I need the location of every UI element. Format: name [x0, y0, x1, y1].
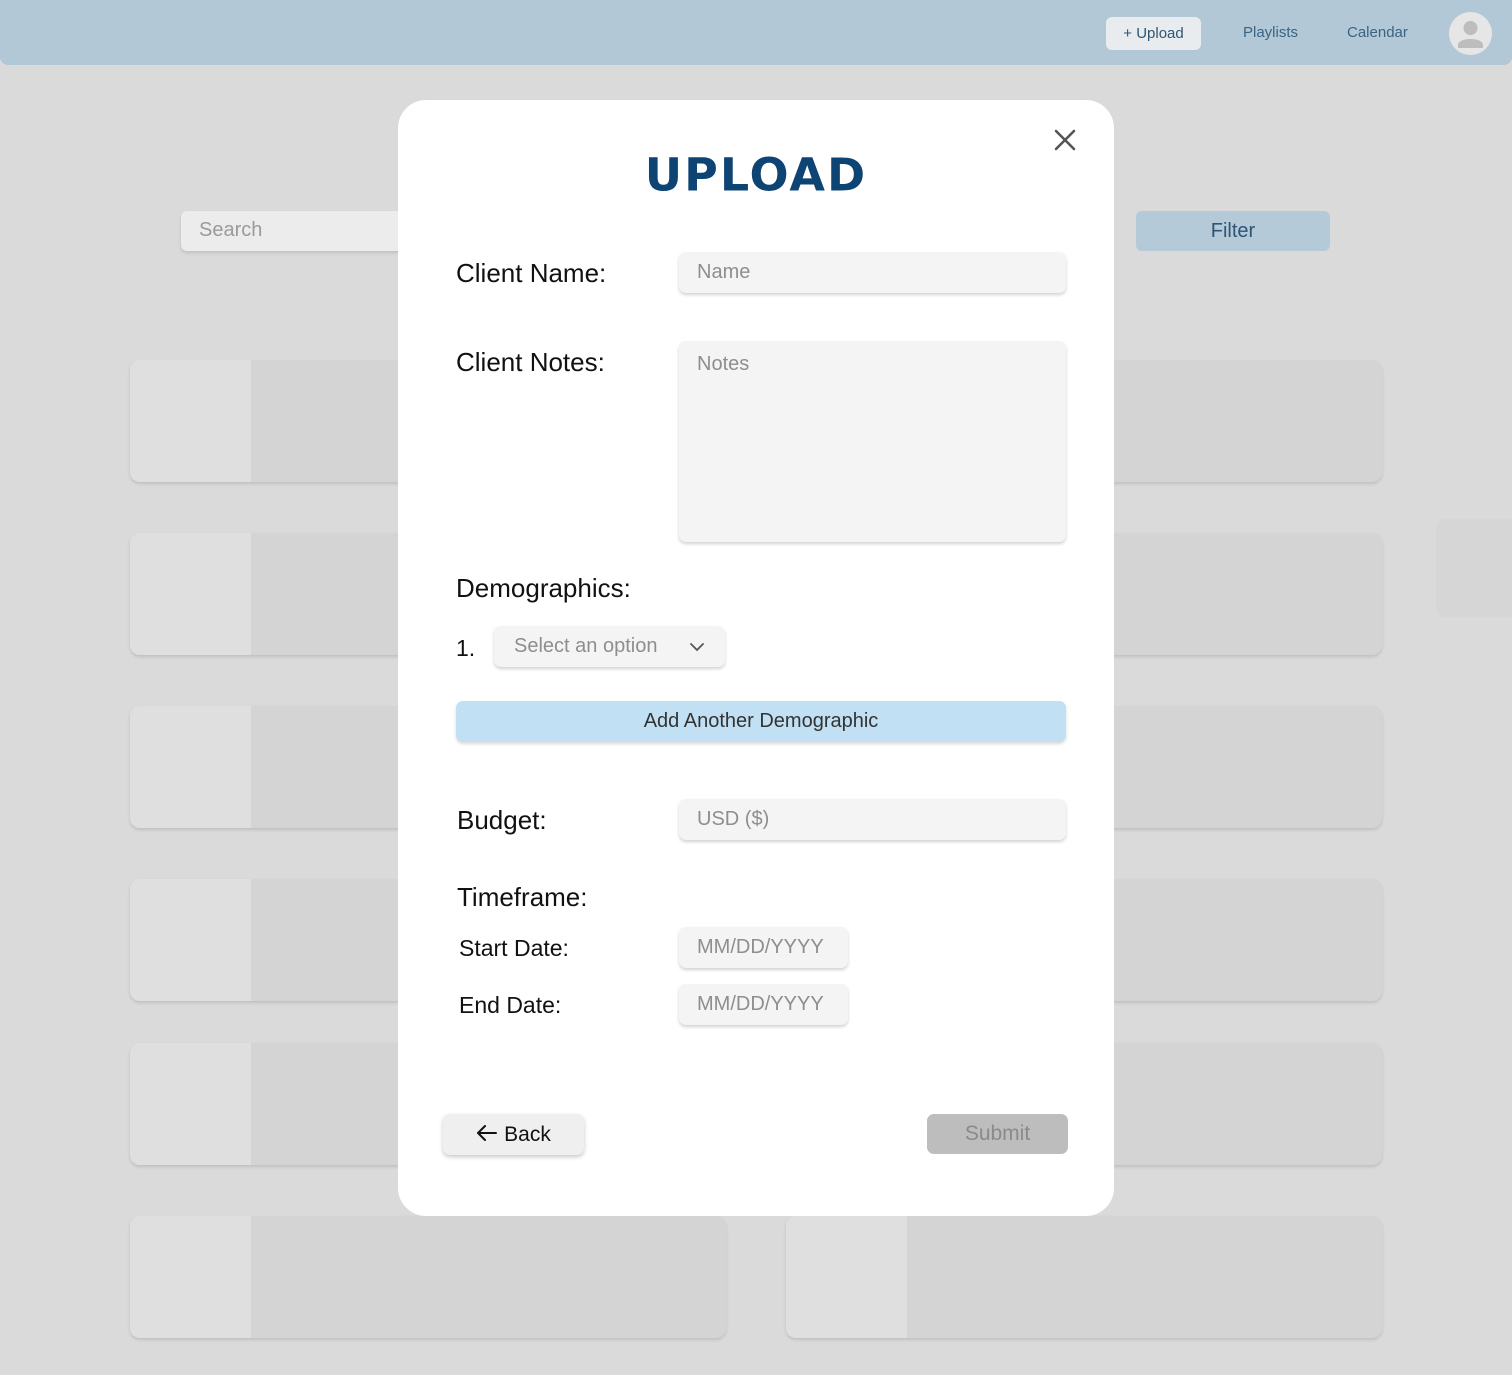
budget-label: Budget:: [457, 805, 547, 835]
card-thumbnail: [130, 879, 251, 1001]
modal-title: UPLOAD: [644, 148, 868, 202]
filter-button[interactable]: Filter: [1136, 211, 1330, 251]
card-thumbnail: [130, 1043, 251, 1165]
card-thumbnail: [130, 533, 251, 655]
client-name-input[interactable]: Name: [679, 252, 1066, 293]
add-demographic-button[interactable]: Add Another Demographic: [456, 701, 1066, 742]
client-notes-textarea[interactable]: Notes: [679, 341, 1066, 542]
demographics-label: Demographics:: [456, 573, 631, 603]
user-avatar-icon[interactable]: [1449, 12, 1492, 55]
upload-button[interactable]: + Upload: [1106, 17, 1201, 50]
end-date-label: End Date:: [459, 992, 562, 1018]
start-date-label: Start Date:: [459, 935, 569, 961]
top-navbar: + Upload Playlists Calendar: [0, 0, 1512, 65]
submit-button[interactable]: Submit: [927, 1114, 1068, 1154]
nav-link-playlists[interactable]: Playlists: [1243, 24, 1298, 41]
search-input[interactable]: Search: [181, 211, 431, 251]
timeframe-label: Timeframe:: [457, 882, 588, 912]
demographic-select-value: Select an option: [514, 635, 658, 657]
client-name-label: Client Name:: [456, 258, 607, 288]
back-button[interactable]: Back: [443, 1114, 584, 1155]
demographic-index: 1.: [456, 635, 476, 661]
card-thumbnail: [786, 1216, 907, 1338]
content-card[interactable]: [130, 1216, 726, 1338]
card-thumbnail: [130, 706, 251, 828]
start-date-input[interactable]: MM/DD/YYYY: [679, 927, 848, 968]
end-date-input[interactable]: MM/DD/YYYY: [679, 984, 848, 1025]
card-thumbnail: [130, 360, 251, 482]
card-thumbnail: [130, 1216, 251, 1338]
budget-input[interactable]: USD ($): [679, 799, 1066, 840]
client-notes-label: Client Notes:: [456, 347, 605, 377]
back-button-label: Back: [504, 1122, 551, 1146]
demographic-select[interactable]: Select an option: [494, 626, 725, 667]
upload-modal: UPLOAD Client Name: Name Client Notes: N…: [398, 100, 1114, 1216]
chevron-down-icon: [689, 635, 705, 658]
side-panel-tab[interactable]: [1436, 519, 1512, 617]
nav-link-calendar[interactable]: Calendar: [1347, 24, 1408, 41]
arrow-left-icon: [476, 1123, 498, 1147]
content-card[interactable]: [786, 1216, 1382, 1338]
